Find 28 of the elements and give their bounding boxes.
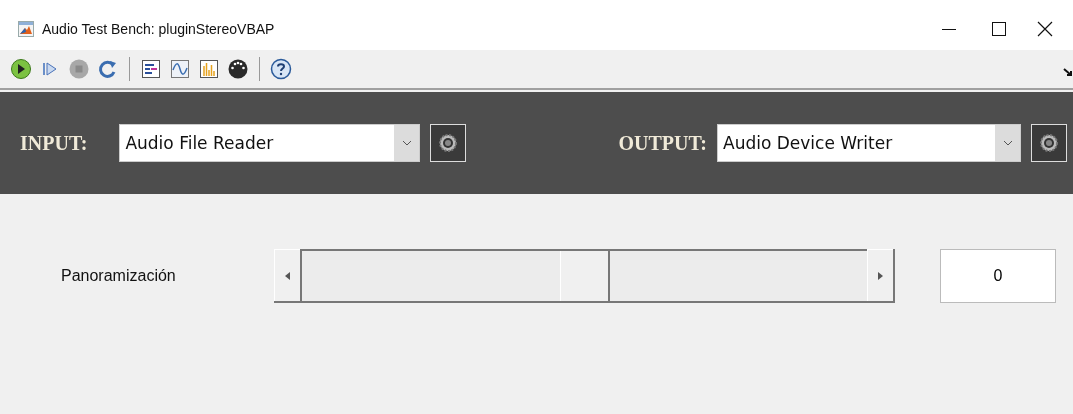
app-logo-icon xyxy=(18,21,34,37)
left-arrow-icon xyxy=(285,271,290,280)
chevron-down-icon xyxy=(1002,140,1013,146)
gear-icon xyxy=(1039,133,1059,153)
chevron-down-icon xyxy=(401,140,412,146)
right-arrow-icon xyxy=(878,271,883,280)
maximize-icon[interactable] xyxy=(991,21,1007,37)
help-icon[interactable] xyxy=(270,58,292,80)
input-label: INPUT: xyxy=(20,131,88,155)
slider-thumb[interactable] xyxy=(559,251,610,301)
gear-icon xyxy=(438,133,459,153)
output-settings-button[interactable] xyxy=(1031,124,1067,162)
input-dropdown[interactable]: Audio File Reader xyxy=(119,124,421,162)
value-field[interactable]: 0 xyxy=(940,249,1056,303)
output-label: OUTPUT: xyxy=(618,131,707,155)
output-dropdown[interactable]: Audio Device Writer xyxy=(717,124,1021,162)
close-icon[interactable] xyxy=(1037,21,1053,37)
wave-icon[interactable] xyxy=(169,58,191,80)
input-settings-button[interactable] xyxy=(430,124,467,162)
window-title: Audio Test Bench: pluginStereoVBAP xyxy=(42,21,275,37)
bars-icon[interactable] xyxy=(140,58,162,80)
run-icon[interactable] xyxy=(10,58,32,80)
undock-arrow-icon[interactable] xyxy=(1063,67,1073,77)
stop-icon[interactable] xyxy=(68,58,90,80)
midi-connector-icon[interactable] xyxy=(227,58,249,80)
reset-icon[interactable] xyxy=(97,58,119,80)
parameter-label: Panoramización xyxy=(60,267,177,285)
spectrum-icon[interactable] xyxy=(198,58,220,80)
